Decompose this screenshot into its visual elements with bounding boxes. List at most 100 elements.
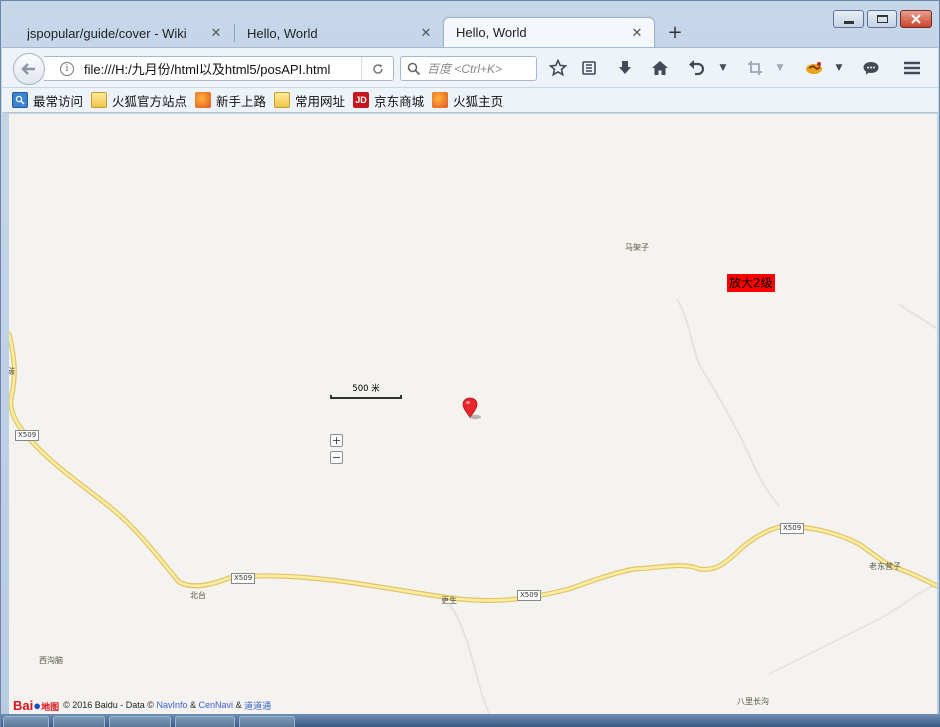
road-tag-x509: X509: [517, 590, 542, 601]
trail-path: [448, 603, 490, 714]
navigation-toolbar: i file:///H:/九月份/html以及html5/posAPI.html…: [2, 47, 938, 87]
tab-label: Hello, World: [456, 25, 527, 40]
road-tag-x509: X509: [780, 523, 805, 534]
bookmark-star-icon[interactable]: [547, 57, 569, 79]
site-info-icon[interactable]: i: [60, 61, 74, 76]
scale-bar: 500 米: [330, 382, 402, 400]
most-visited-icon: [12, 92, 28, 108]
menu-icon[interactable]: [901, 57, 923, 79]
start-button[interactable]: [3, 716, 49, 727]
copyright-text: © 2016 Baidu - Data ©: [63, 700, 154, 710]
download-icon[interactable]: [614, 57, 636, 79]
trail-path: [676, 298, 780, 507]
folder-icon: [91, 92, 108, 108]
copyright-amp: &: [235, 700, 242, 710]
back-arrow-icon: [21, 63, 35, 75]
bookmark-jd[interactable]: JD 京东商城: [353, 91, 424, 110]
firefox-icon: [195, 92, 212, 108]
baidu-map-logo[interactable]: Bai●地图: [13, 698, 59, 713]
addon-icon[interactable]: [803, 57, 825, 79]
place-label-gengsheng: 更生: [441, 596, 457, 605]
tab-hello-world-active[interactable]: Hello, World ✕: [443, 17, 655, 47]
bookmark-getting-started[interactable]: 新手上路: [195, 91, 266, 110]
trail-path: [898, 303, 937, 330]
bookmark-label: 火狐官方站点: [112, 94, 188, 109]
minimize-icon: [843, 20, 854, 24]
zoom-level-badge[interactable]: 放大2级: [727, 274, 775, 292]
tab-strip: jspopular/guide/cover - Wiki ✕ Hello, Wo…: [9, 16, 933, 47]
home-icon[interactable]: [649, 57, 671, 79]
firefox-icon: [432, 92, 449, 108]
cennavi-link[interactable]: CenNavi: [199, 700, 234, 710]
bookmark-label: 新手上路: [216, 94, 267, 109]
reload-icon[interactable]: [361, 57, 393, 80]
tab-hello-world-1[interactable]: Hello, World ✕: [235, 19, 443, 47]
bookmark-label: 常用网址: [295, 94, 346, 109]
search-bar[interactable]: 百度 <Ctrl+K>: [400, 56, 537, 81]
bookmarks-toolbar: 最常访问 火狐官方站点 新手上路 常用网址 JD 京东商城 火狐主页: [2, 88, 938, 113]
close-window-button[interactable]: [900, 10, 932, 28]
undo-dropdown-icon[interactable]: ▼: [718, 58, 728, 78]
chat-icon[interactable]: [860, 57, 882, 79]
paw-icon: ●: [33, 697, 42, 713]
zoom-out-button[interactable]: −: [330, 451, 343, 464]
url-bar[interactable]: i file:///H:/九月份/html以及html5/posAPI.html: [44, 56, 394, 81]
logo-text: Bai: [13, 697, 34, 713]
tab-close-icon[interactable]: ✕: [419, 25, 433, 41]
minimize-button[interactable]: [833, 10, 864, 28]
undo-icon[interactable]: [685, 57, 707, 79]
map-canvas[interactable]: 马架子 碳 北台 更生 西沟脑 老东营子 八里长沟 X509 X509 X509…: [9, 114, 937, 714]
addon-dropdown-icon[interactable]: ▼: [834, 58, 844, 78]
os-taskbar: [1, 714, 940, 727]
taskbar-app-button[interactable]: [239, 716, 295, 727]
taskbar-firefox-button[interactable]: [175, 716, 235, 727]
trail-path: [768, 583, 937, 675]
tab-wiki[interactable]: jspopular/guide/cover - Wiki ✕: [15, 19, 233, 47]
logo-suffix: 地图: [41, 701, 60, 712]
bookmark-firefox-home[interactable]: 火狐主页: [432, 91, 503, 110]
place-label-majiazi: 马架子: [625, 243, 649, 252]
main-road-fill: [9, 332, 937, 602]
place-label-beitai: 北台: [190, 591, 206, 600]
screenshot-dropdown-icon[interactable]: ▼: [775, 58, 785, 78]
road-tag-x509: X509: [231, 573, 256, 584]
scale-label: 500 米: [352, 384, 380, 394]
bookmark-label: 火狐主页: [453, 94, 504, 109]
navinfo-link[interactable]: NavInfo: [156, 700, 187, 710]
tab-label: jspopular/guide/cover - Wiki: [27, 25, 187, 41]
taskbar-app-button[interactable]: [53, 716, 105, 727]
road-tag-x509: X509: [15, 430, 40, 441]
browser-window: jspopular/guide/cover - Wiki ✕ Hello, Wo…: [0, 0, 940, 727]
maximize-icon: [876, 15, 888, 23]
map-copyright: Bai●地图 © 2016 Baidu - Data © NavInfo & C…: [13, 696, 271, 714]
jd-icon: JD: [353, 92, 370, 108]
bookmark-label: 最常访问: [33, 94, 84, 109]
daodaotong-link[interactable]: 道道通: [244, 699, 271, 712]
scale-line: [330, 395, 402, 399]
maximize-button[interactable]: [867, 10, 897, 28]
zoom-in-button[interactable]: +: [330, 434, 343, 447]
screenshot-icon[interactable]: [744, 57, 766, 79]
folder-icon: [274, 92, 291, 108]
place-label-laodongyingzi: 老东营子: [869, 562, 901, 571]
copyright-amp: &: [190, 700, 197, 710]
tab-label: Hello, World: [247, 25, 318, 41]
bookmark-label: 京东商城: [374, 94, 425, 109]
url-input[interactable]: file:///H:/九月份/html以及html5/posAPI.html: [84, 59, 354, 78]
bookmark-common-sites[interactable]: 常用网址: [274, 91, 345, 110]
reading-list-icon[interactable]: [578, 57, 600, 79]
search-input[interactable]: 百度 <Ctrl+K>: [427, 60, 502, 77]
search-icon: [407, 62, 421, 75]
place-label-balichanggou: 八里长沟: [737, 697, 769, 706]
new-tab-button[interactable]: +: [665, 22, 685, 43]
place-label-edge: 碳: [9, 367, 15, 376]
tab-close-icon[interactable]: ✕: [209, 25, 223, 41]
bookmark-most-visited[interactable]: 最常访问: [12, 91, 83, 110]
location-marker-icon[interactable]: [462, 397, 482, 421]
main-road: [9, 331, 937, 604]
bookmark-firefox-official[interactable]: 火狐官方站点: [91, 91, 187, 110]
taskbar-app-button[interactable]: [109, 716, 171, 727]
back-button[interactable]: [13, 53, 45, 85]
tab-close-icon[interactable]: ✕: [630, 25, 644, 41]
place-label-xigounao: 西沟脑: [39, 656, 63, 665]
